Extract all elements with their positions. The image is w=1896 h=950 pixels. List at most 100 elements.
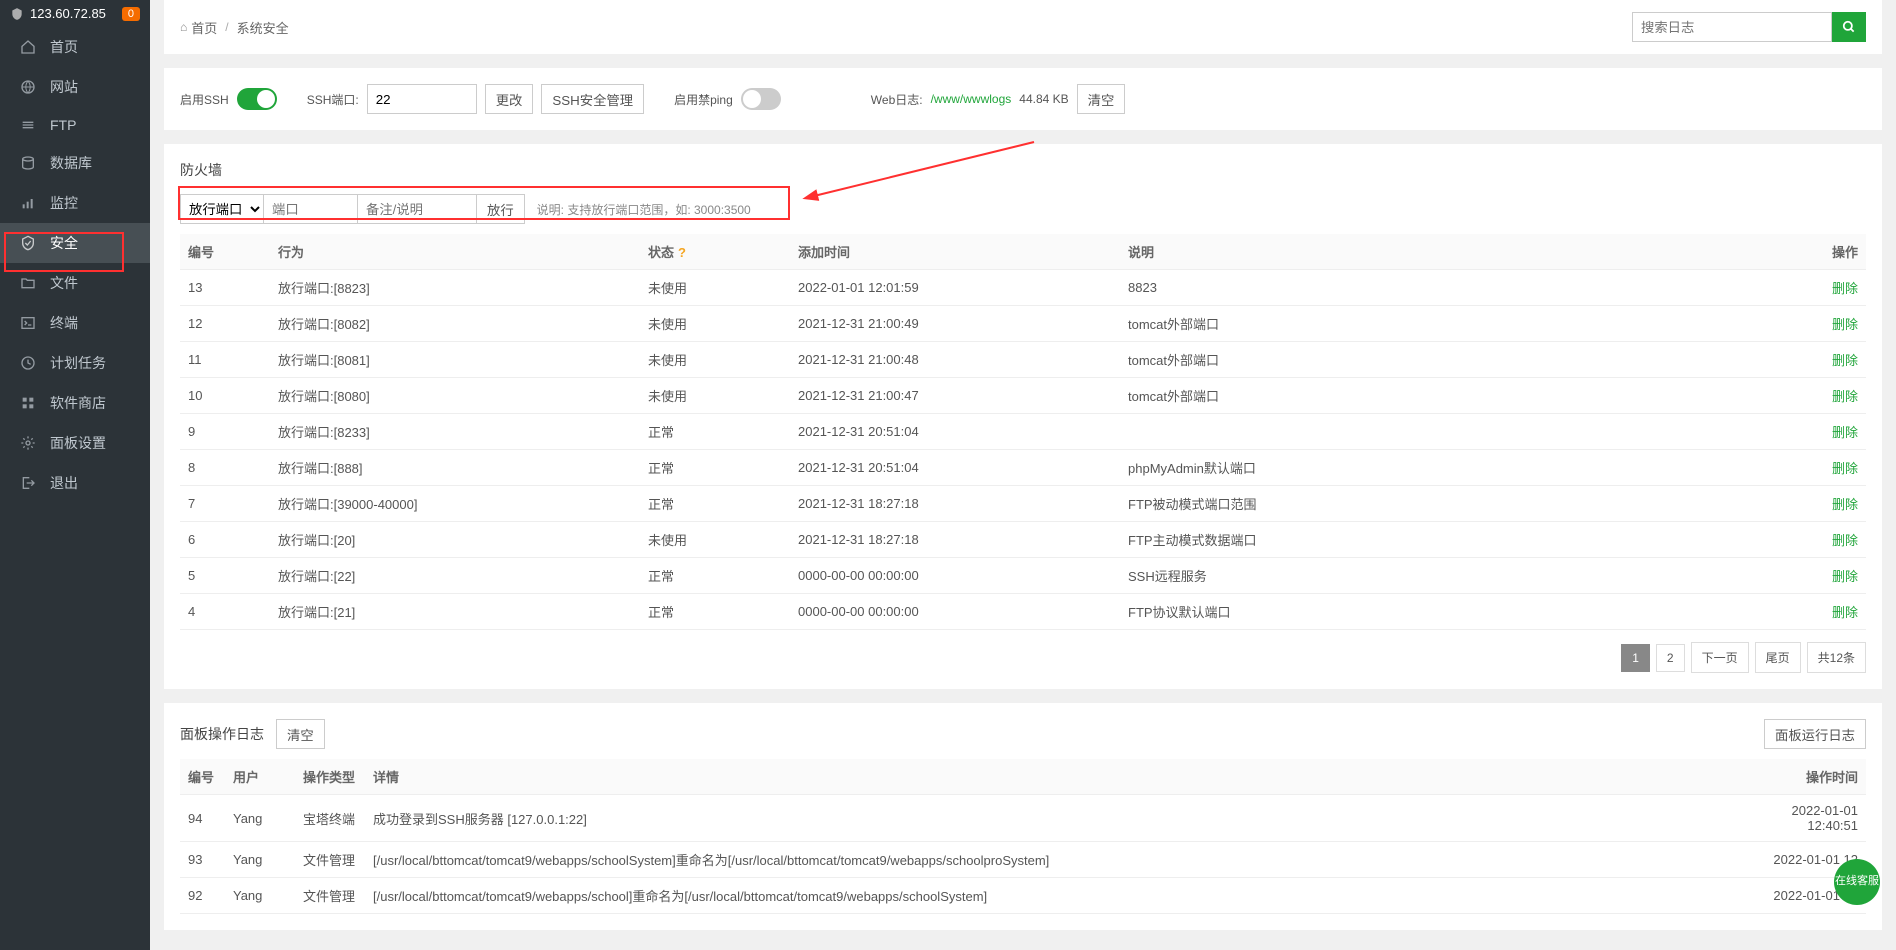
pagination: 1 2 下一页 尾页 共12条 bbox=[180, 642, 1866, 673]
ssh-toggle[interactable] bbox=[237, 88, 277, 110]
sidebar-item-db[interactable]: 数据库 bbox=[0, 143, 150, 183]
sidebar-item-terminal[interactable]: 终端 bbox=[0, 303, 150, 343]
cell-detail: [/usr/local/bttomcat/tomcat9/webapps/sch… bbox=[365, 842, 1736, 878]
delete-link[interactable]: 删除 bbox=[1832, 461, 1858, 476]
weblog-size: 44.84 KB bbox=[1019, 92, 1068, 106]
page-next[interactable]: 下一页 bbox=[1691, 642, 1749, 673]
cell-status: 未使用 bbox=[640, 270, 790, 306]
cell-status: 未使用 bbox=[640, 306, 790, 342]
sidebar-item-label: 数据库 bbox=[50, 153, 92, 173]
logs-panel: 面板操作日志 清空 面板运行日志 编号 用户 操作类型 详情 操作时间 94Ya… bbox=[164, 703, 1882, 930]
sidebar-item-home[interactable]: 首页 bbox=[0, 27, 150, 67]
shield-icon bbox=[10, 7, 24, 21]
sidebar-item-cron[interactable]: 计划任务 bbox=[0, 343, 150, 383]
cell-time: 2021-12-31 21:00:48 bbox=[790, 342, 1120, 378]
delete-link[interactable]: 删除 bbox=[1832, 533, 1858, 548]
change-port-button[interactable]: 更改 bbox=[485, 84, 534, 114]
search-button[interactable] bbox=[1832, 12, 1866, 42]
sidebar-item-logout[interactable]: 退出 bbox=[0, 463, 150, 503]
weblog-path[interactable]: /www/wwwlogs bbox=[931, 92, 1012, 106]
cell-no: 10 bbox=[180, 378, 270, 414]
cell-desc: 8823 bbox=[1120, 270, 1816, 306]
search-input[interactable] bbox=[1632, 12, 1832, 42]
firewall-title: 防火墙 bbox=[180, 160, 1866, 180]
table-row: 13放行端口:[8823]未使用2022-01-01 12:01:598823删… bbox=[180, 270, 1866, 306]
cell-desc: FTP协议默认端口 bbox=[1120, 594, 1816, 630]
terminal-icon bbox=[20, 315, 36, 331]
panel-run-log-button[interactable]: 面板运行日志 bbox=[1764, 719, 1866, 749]
chat-support-button[interactable]: 在线客服 bbox=[1834, 859, 1880, 905]
breadcrumb-separator: / bbox=[225, 20, 228, 34]
ssh-enable-label: 启用SSH bbox=[180, 91, 229, 108]
page-total: 共12条 bbox=[1807, 642, 1866, 673]
cell-no: 7 bbox=[180, 486, 270, 522]
log-col-no: 编号 bbox=[180, 759, 225, 795]
col-desc: 说明 bbox=[1120, 234, 1816, 270]
page-last[interactable]: 尾页 bbox=[1755, 642, 1801, 673]
cell-behavior: 放行端口:[20] bbox=[270, 522, 640, 558]
weblog-label: Web日志: bbox=[871, 91, 923, 108]
page-2[interactable]: 2 bbox=[1656, 644, 1685, 672]
cell-type: 文件管理 bbox=[295, 842, 365, 878]
delete-link[interactable]: 删除 bbox=[1832, 425, 1858, 440]
sidebar-item-monitor[interactable]: 监控 bbox=[0, 183, 150, 223]
cell-detail: [/usr/local/bttomcat/tomcat9/webapps/sch… bbox=[365, 878, 1736, 914]
sidebar-item-globe[interactable]: 网站 bbox=[0, 67, 150, 107]
cell-status: 未使用 bbox=[640, 378, 790, 414]
cell-time: 2021-12-31 20:51:04 bbox=[790, 414, 1120, 450]
table-row: 12放行端口:[8082]未使用2021-12-31 21:00:49tomca… bbox=[180, 306, 1866, 342]
sidebar-item-label: 软件商店 bbox=[50, 393, 106, 413]
clear-logs-button[interactable]: 清空 bbox=[276, 719, 325, 749]
cell-time: 2022-01-01 12:01:59 bbox=[790, 270, 1120, 306]
port-input[interactable] bbox=[263, 194, 358, 224]
delete-link[interactable]: 删除 bbox=[1832, 497, 1858, 512]
sidebar-item-label: 退出 bbox=[50, 473, 78, 493]
cell-time: 2021-12-31 20:51:04 bbox=[790, 450, 1120, 486]
sidebar-item-store[interactable]: 软件商店 bbox=[0, 383, 150, 423]
table-row: 8放行端口:[888]正常2021-12-31 20:51:04phpMyAdm… bbox=[180, 450, 1866, 486]
clear-weblog-button[interactable]: 清空 bbox=[1077, 84, 1126, 114]
ssh-port-input[interactable] bbox=[367, 84, 477, 114]
sidebar-item-security[interactable]: 安全 bbox=[0, 223, 150, 263]
ssh-panel: 启用SSH SSH端口: 更改 SSH安全管理 启用禁ping Web日志: /… bbox=[164, 68, 1882, 130]
cell-no: 9 bbox=[180, 414, 270, 450]
breadcrumb-home[interactable]: 首页 bbox=[191, 18, 217, 37]
cell-time: 2021-12-31 18:27:18 bbox=[790, 486, 1120, 522]
cell-desc: FTP主动模式数据端口 bbox=[1120, 522, 1816, 558]
delete-link[interactable]: 删除 bbox=[1832, 605, 1858, 620]
sidebar-item-label: FTP bbox=[50, 117, 76, 133]
sidebar-item-label: 监控 bbox=[50, 193, 78, 213]
cell-detail: 成功登录到SSH服务器 [127.0.0.1:22] bbox=[365, 795, 1736, 842]
col-no: 编号 bbox=[180, 234, 270, 270]
delete-link[interactable]: 删除 bbox=[1832, 569, 1858, 584]
home-icon bbox=[20, 39, 36, 55]
cell-no: 5 bbox=[180, 558, 270, 594]
server-ip: 123.60.72.85 bbox=[30, 6, 106, 21]
page-1[interactable]: 1 bbox=[1621, 644, 1650, 672]
table-row: 7放行端口:[39000-40000]正常2021-12-31 18:27:18… bbox=[180, 486, 1866, 522]
cell-status: 正常 bbox=[640, 414, 790, 450]
logout-icon bbox=[20, 475, 36, 491]
notification-badge[interactable]: 0 bbox=[122, 7, 140, 21]
sidebar-item-label: 面板设置 bbox=[50, 433, 106, 453]
sidebar-header: 123.60.72.85 0 bbox=[0, 0, 150, 27]
sidebar-item-label: 终端 bbox=[50, 313, 78, 333]
delete-link[interactable]: 删除 bbox=[1832, 281, 1858, 296]
remark-input[interactable] bbox=[357, 194, 477, 224]
sidebar-item-ftp[interactable]: FTP bbox=[0, 107, 150, 143]
delete-link[interactable]: 删除 bbox=[1832, 389, 1858, 404]
action-select[interactable]: 放行端口 bbox=[180, 194, 264, 224]
cell-type: 文件管理 bbox=[295, 878, 365, 914]
allow-button[interactable]: 放行 bbox=[476, 194, 525, 224]
sidebar-item-settings[interactable]: 面板设置 bbox=[0, 423, 150, 463]
table-row: 5放行端口:[22]正常0000-00-00 00:00:00SSH远程服务删除 bbox=[180, 558, 1866, 594]
help-icon[interactable]: ? bbox=[678, 245, 686, 260]
delete-link[interactable]: 删除 bbox=[1832, 317, 1858, 332]
ssh-security-button[interactable]: SSH安全管理 bbox=[541, 84, 644, 114]
ping-toggle[interactable] bbox=[741, 88, 781, 110]
table-row: 11放行端口:[8081]未使用2021-12-31 21:00:48tomca… bbox=[180, 342, 1866, 378]
delete-link[interactable]: 删除 bbox=[1832, 353, 1858, 368]
cell-status: 未使用 bbox=[640, 522, 790, 558]
logs-title: 面板操作日志 bbox=[180, 724, 264, 744]
sidebar-item-file[interactable]: 文件 bbox=[0, 263, 150, 303]
